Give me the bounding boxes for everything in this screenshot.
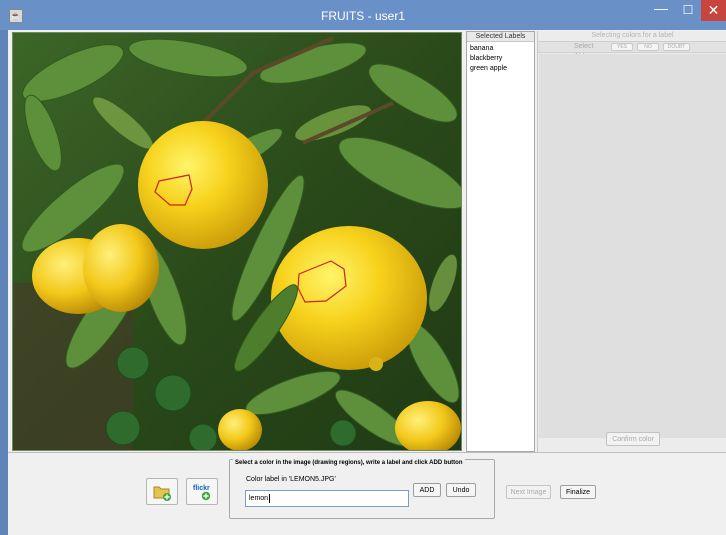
- finalize-button[interactable]: Finalize: [560, 485, 596, 499]
- label-input[interactable]: lemon: [245, 490, 409, 507]
- next-image-button[interactable]: Next Image: [506, 485, 551, 499]
- color-selection-title: Selecting colors for a label: [591, 32, 674, 39]
- color-label-caption: Color label in 'LEMON5.JPG': [246, 476, 336, 483]
- no-button[interactable]: NO: [637, 43, 659, 51]
- confirm-color-button[interactable]: Confirm color: [606, 432, 660, 446]
- selected-labels-panel[interactable]: Selected Labels banana blackberry green …: [466, 31, 535, 452]
- doubt-button[interactable]: DOUBT: [663, 43, 690, 51]
- maximize-button[interactable]: ☐: [675, 1, 701, 21]
- open-folder-button[interactable]: [146, 478, 178, 505]
- label-item[interactable]: blackberry: [470, 54, 534, 64]
- close-button[interactable]: ✕: [701, 0, 726, 21]
- add-folder-icon: [153, 486, 171, 501]
- color-list-area[interactable]: [539, 54, 726, 438]
- selected-labels-header: Selected Labels: [467, 32, 534, 42]
- select-all-checkbox[interactable]: Select ALL: [574, 42, 606, 60]
- undo-button[interactable]: Undo: [446, 483, 476, 497]
- window-title: FRUITS - user1: [320, 9, 405, 23]
- yes-button[interactable]: YES: [611, 43, 633, 51]
- flickr-add-icon: flickr: [193, 485, 211, 501]
- label-input-value: lemon: [249, 495, 269, 502]
- add-button[interactable]: ADD: [413, 483, 441, 497]
- text-caret: [269, 493, 271, 503]
- image-canvas[interactable]: [12, 32, 462, 451]
- lemon-tree-image: [13, 33, 461, 450]
- flickr-text: flickr: [193, 485, 210, 492]
- minimize-button[interactable]: —: [648, 1, 674, 21]
- label-item[interactable]: green apple: [470, 64, 534, 74]
- label-item[interactable]: banana: [470, 44, 534, 54]
- add-label-instructions: Select a color in the image (drawing reg…: [233, 458, 465, 468]
- color-selection-panel: Selecting colors for a label Select ALL …: [537, 31, 726, 452]
- flickr-button[interactable]: flickr: [186, 478, 218, 505]
